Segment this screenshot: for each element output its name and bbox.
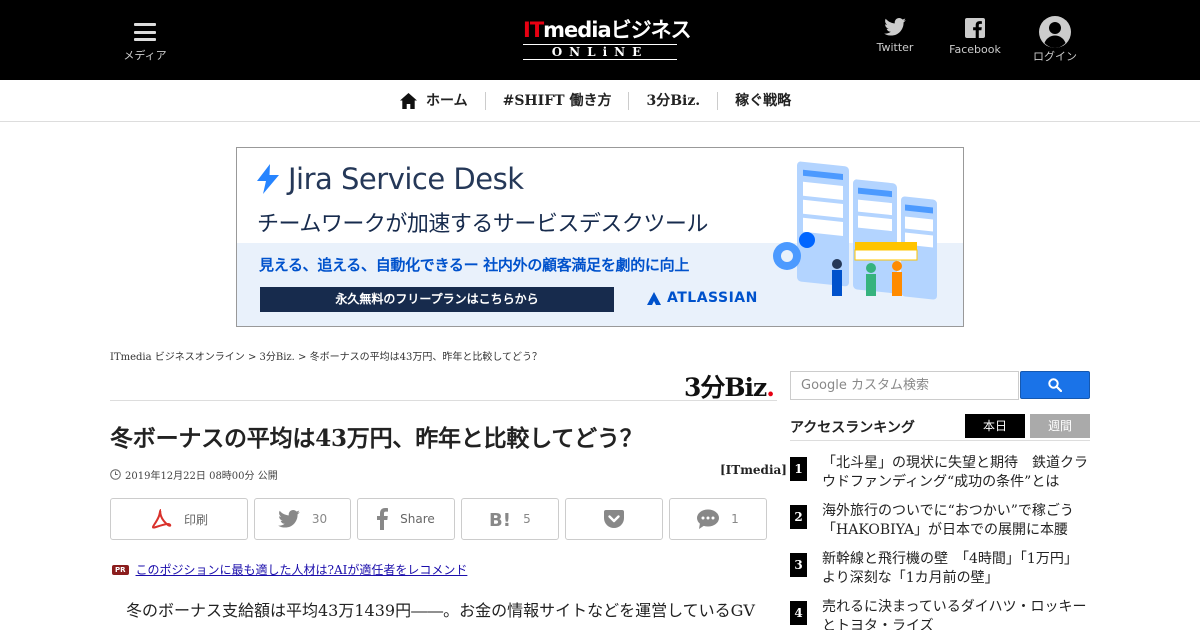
article-source: [ITmedia] — [720, 463, 787, 477]
ad-brand-name: Jira Service Desk — [288, 162, 524, 196]
tweet-button[interactable]: 30 — [254, 498, 351, 540]
rank-number: 2 — [790, 505, 807, 529]
atlassian-icon — [647, 291, 661, 305]
logo-it: IT — [523, 18, 544, 42]
svg-text:B!: B! — [489, 510, 511, 528]
clock-icon — [110, 469, 121, 480]
login-label: ログイン — [1033, 50, 1077, 63]
hatena-bookmark-button[interactable]: B! 5 — [461, 498, 559, 540]
rank-title: 売れるに決まっているダイハツ・ロッキーとトヨタ・ライズ — [822, 599, 1087, 630]
nav-item-label: 3分Biz. — [646, 93, 701, 109]
comment-icon — [697, 509, 720, 529]
pocket-icon — [604, 510, 624, 528]
section-logo-text: 3分Biz — [684, 373, 767, 402]
hamburger-icon — [134, 23, 156, 41]
rank-title: 「北斗星」の現状に失望と期待 鉄道クラウドファンディング“成功の条件”とは — [822, 455, 1088, 490]
print-label: 印刷 — [183, 512, 208, 527]
publish-date-text: 2019年12月22日 08時00分 公開 — [125, 471, 278, 482]
rank-number: 4 — [790, 601, 807, 625]
logo-online: ONLiNE — [523, 44, 677, 60]
nav-item-home[interactable]: ホーム — [392, 92, 485, 110]
site-header: メディア ITmediaビジネス ONLiNE Twitter Facebook… — [0, 0, 1200, 80]
twitter-icon — [278, 510, 300, 528]
atlassian-label: ATLASSIAN — [667, 290, 758, 306]
publish-date: 2019年12月22日 08時00分 公開 — [110, 467, 278, 482]
article-lead: 冬のボーナス支給額は平均43万1439円――。お金の情報サイトなどを運営している… — [126, 601, 755, 620]
ad-illustration — [773, 161, 937, 300]
title-divider — [110, 400, 777, 401]
rank-number: 3 — [790, 553, 807, 577]
ranking-item[interactable]: 3 新幹線と飛行機の壁 「4時間」「1万円」より深刻な「1カ月前の壁」 — [790, 550, 1090, 588]
twitter-icon — [884, 18, 906, 36]
tab-weekly[interactable]: 週間 — [1030, 414, 1090, 438]
ad-banner[interactable]: Jira Service Desk チームワークが加速するサービスデスクツール … — [236, 147, 964, 327]
pocket-button[interactable] — [565, 498, 663, 540]
hatena-bookmark-icon: B! — [489, 510, 511, 528]
breadcrumb[interactable]: ITmedia ビジネスオンライン > 3分Biz. > 冬ボーナスの平均は43… — [110, 348, 542, 363]
ad-cta-button[interactable]: 永久無料のフリープランはこちらから — [260, 287, 614, 312]
ad-brand: Jira Service Desk — [257, 162, 524, 196]
ranking-item[interactable]: 4 売れるに決まっているダイハツ・ロッキーとトヨタ・ライズ — [790, 598, 1090, 630]
nav-item-strategy[interactable]: 稼ぐ戦略 — [717, 92, 808, 110]
search-input[interactable]: Google カスタム検索 — [790, 371, 1019, 400]
nav-item-label: 稼ぐ戦略 — [735, 93, 792, 109]
article-title: 冬ボーナスの平均は43万円、昨年と比較してどう？ — [110, 425, 643, 452]
hatena-count: 5 — [523, 512, 531, 526]
ad-tagline: チームワークが加速するサービスデスクツール — [257, 212, 708, 237]
user-avatar-icon — [1039, 16, 1071, 48]
comment-button[interactable]: 1 — [669, 498, 767, 540]
facebook-label: Facebook — [949, 43, 1001, 56]
rank-number: 1 — [790, 457, 807, 481]
section-logo-dot: . — [766, 373, 775, 402]
rank-title: 新幹線と飛行機の壁 「4時間」「1万円」より深刻な「1カ月前の壁」 — [822, 551, 1078, 586]
rank-title: 海外旅行のついでに“おつかい”で稼ごう 「HAKOBIYA」が日本での展開に本腰 — [822, 503, 1088, 538]
comment-count: 1 — [731, 512, 739, 526]
nav-item-label: #SHIFT 働き方 — [502, 93, 612, 109]
global-nav: ホーム #SHIFT 働き方 3分Biz. 稼ぐ戦略 — [0, 80, 1200, 122]
ranking-item[interactable]: 2 海外旅行のついでに“おつかい”で稼ごう 「HAKOBIYA」が日本での展開に… — [790, 502, 1090, 540]
twitter-link[interactable]: Twitter — [860, 18, 930, 54]
pr-link-row: PR このポジションに最も適した人材は?AIが適任者をレコメンド — [112, 561, 467, 578]
logo-media: mediaビジネス — [543, 18, 692, 42]
ranking-divider — [790, 440, 1090, 441]
pdf-icon — [151, 509, 172, 529]
print-button[interactable]: 印刷 — [110, 498, 248, 540]
media-menu-button[interactable]: メディア — [118, 20, 172, 63]
tab-daily[interactable]: 本日 — [965, 414, 1025, 438]
site-logo[interactable]: ITmediaビジネス ONLiNE — [523, 18, 692, 62]
facebook-share-label: Share — [400, 512, 435, 526]
tweet-count: 30 — [311, 512, 328, 526]
lightning-icon — [257, 164, 279, 194]
login-link[interactable]: ログイン — [1020, 16, 1090, 64]
pr-link[interactable]: このポジションに最も適した人材は?AIが適任者をレコメンド — [136, 561, 468, 578]
ranking-title: アクセスランキング — [790, 420, 915, 436]
search-icon — [1048, 378, 1062, 392]
facebook-link[interactable]: Facebook — [940, 18, 1010, 56]
nav-item-3minbiz[interactable]: 3分Biz. — [628, 92, 717, 110]
ad-subline: 見える、追える、自動化できるー 社内外の顧客満足を劇的に向上 — [259, 256, 690, 274]
atlassian-logo: ATLASSIAN — [647, 290, 758, 306]
media-menu-label: メディア — [123, 49, 167, 62]
facebook-icon — [965, 18, 985, 38]
facebook-icon — [377, 508, 389, 530]
facebook-share-button[interactable]: Share — [357, 498, 455, 540]
section-logo[interactable]: 3分Biz. — [684, 368, 775, 404]
ranking-item[interactable]: 1 「北斗星」の現状に失望と期待 鉄道クラウドファンディング“成功の条件”とは — [790, 454, 1090, 492]
nav-item-label: ホーム — [426, 93, 468, 109]
pr-badge: PR — [112, 564, 129, 575]
home-icon — [400, 93, 417, 109]
twitter-label: Twitter — [876, 41, 914, 54]
nav-item-shift[interactable]: #SHIFT 働き方 — [484, 92, 629, 110]
search-button[interactable] — [1020, 371, 1090, 399]
